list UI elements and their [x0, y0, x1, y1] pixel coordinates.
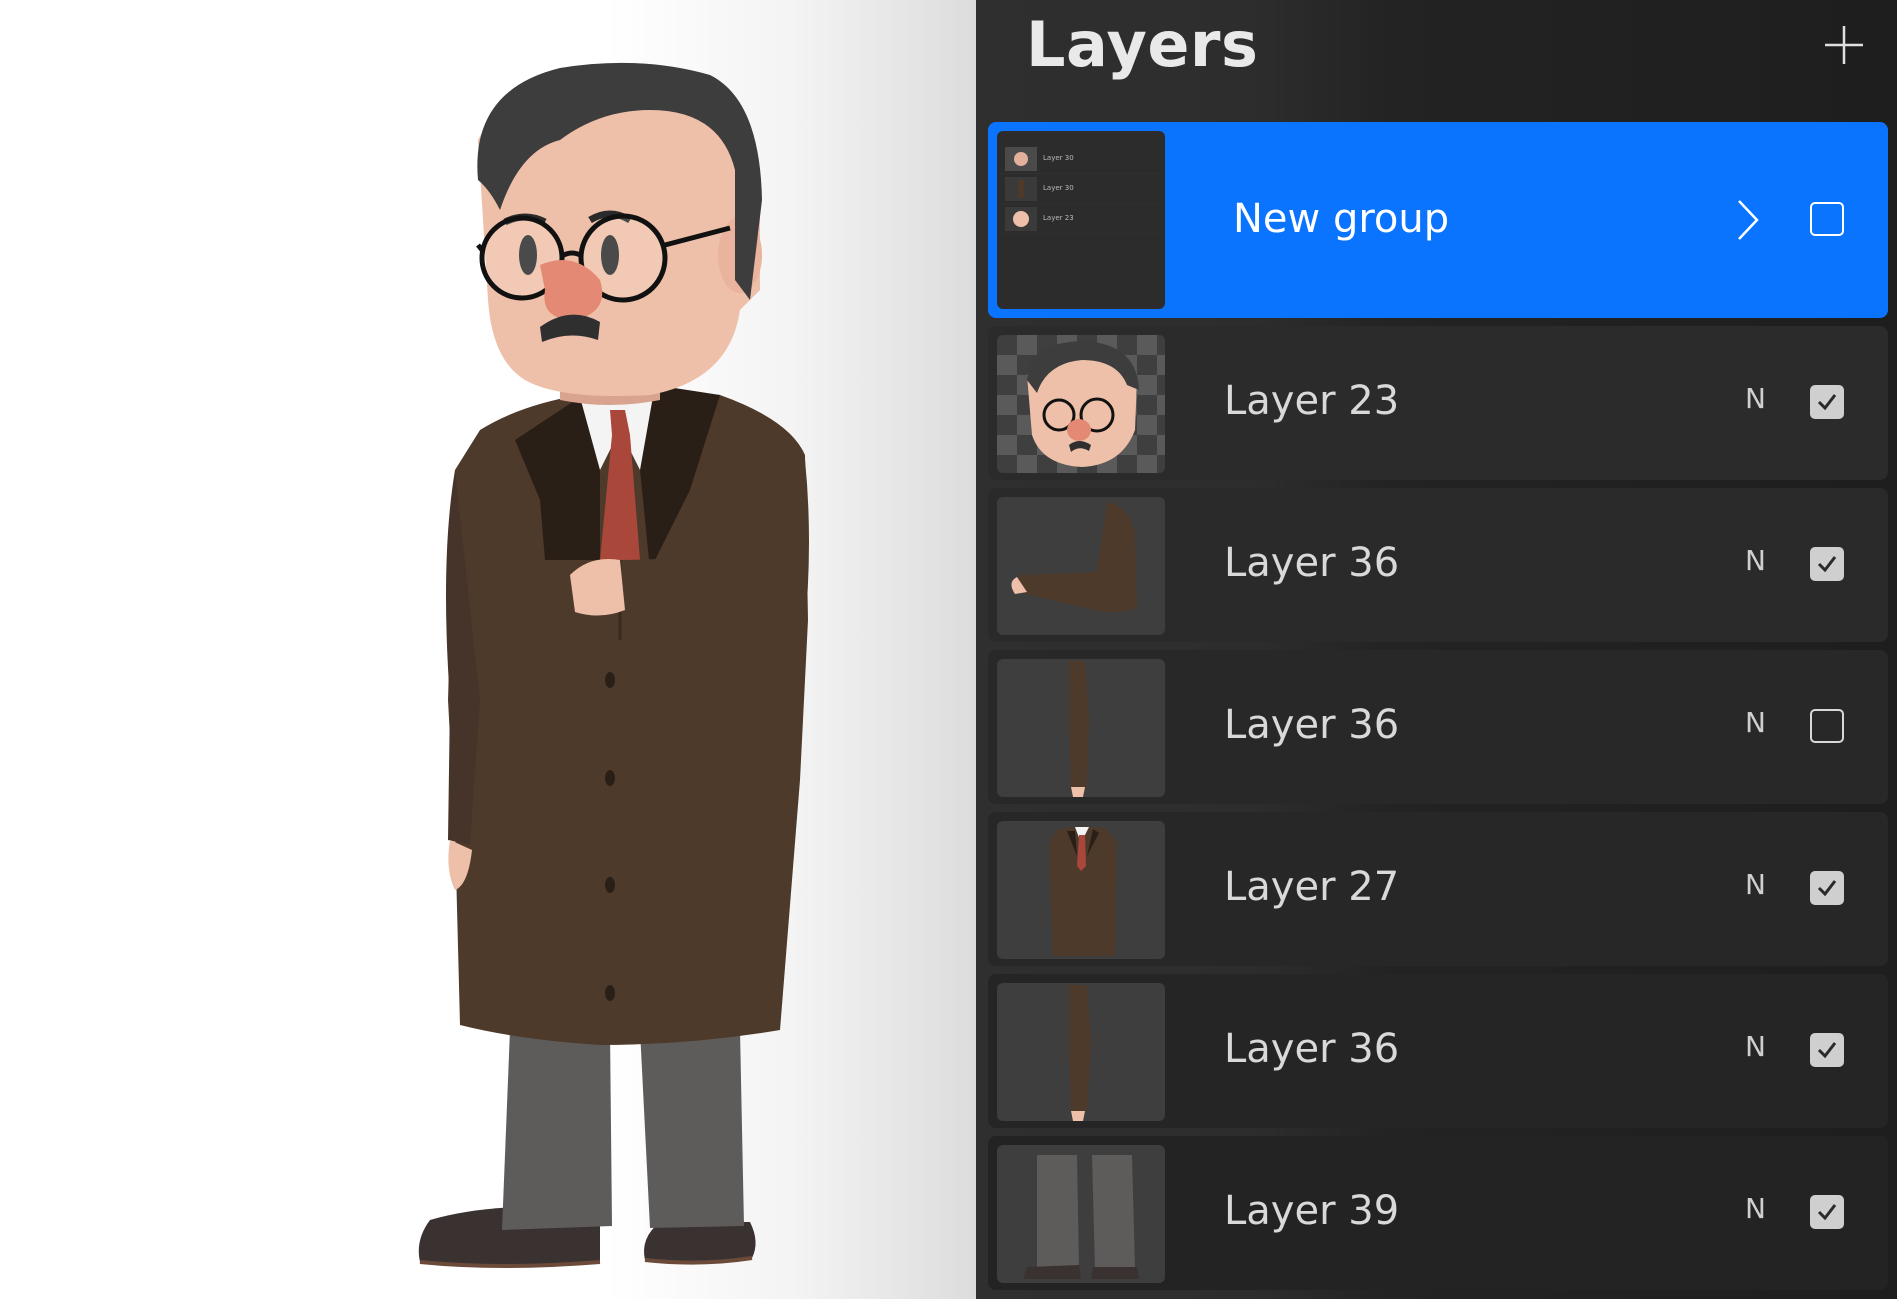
blend-mode[interactable]: N	[1745, 382, 1766, 415]
layer-name: Layer 36	[1224, 702, 1400, 748]
drawing-canvas[interactable]	[0, 0, 976, 1299]
mini-thumb	[1005, 147, 1037, 171]
arm-thumbnail-art	[1011, 502, 1137, 612]
layer-thumbnail	[997, 659, 1165, 797]
layer-row[interactable]: Layer 27 N	[988, 812, 1888, 966]
checkmark-icon	[1817, 1042, 1837, 1059]
layer-name: Layer 36	[1224, 1026, 1400, 1072]
add-layer-button[interactable]	[1819, 20, 1869, 70]
layers-panel: Layers Layer 30 Layer 30 Layer 23 New gr…	[976, 0, 1897, 1299]
blend-mode[interactable]: N	[1745, 1030, 1766, 1063]
layer-row[interactable]: Layer 39 N	[988, 1136, 1888, 1290]
visibility-checkbox[interactable]	[1810, 385, 1844, 419]
layer-thumbnail	[997, 335, 1165, 473]
checkmark-icon	[1817, 1204, 1837, 1221]
sleeve-thumbnail-art	[1069, 661, 1089, 797]
blend-mode[interactable]: N	[1745, 868, 1766, 901]
layer-name: Layer 23	[1224, 378, 1400, 424]
pants-thumbnail-art	[1023, 1155, 1139, 1279]
layer-thumbnail	[997, 821, 1165, 959]
checkmark-icon	[1817, 394, 1837, 411]
panel-title: Layers	[1026, 8, 1259, 81]
visibility-checkbox[interactable]	[1810, 547, 1844, 581]
layer-row-group[interactable]: Layer 30 Layer 30 Layer 23 New group	[988, 122, 1888, 318]
sleeve-thumbnail-art	[1069, 985, 1091, 1121]
layer-name: Layer 36	[1224, 540, 1400, 586]
layer-row[interactable]: Layer 23 N	[988, 326, 1888, 480]
plus-icon	[1825, 26, 1863, 64]
coat-thumbnail-art	[1049, 826, 1117, 956]
checkmark-icon	[1817, 556, 1837, 573]
character-illustration	[418, 62, 809, 1268]
layer-thumbnail	[997, 983, 1165, 1121]
blend-mode[interactable]: N	[1745, 706, 1766, 739]
visibility-checkbox[interactable]	[1810, 1195, 1844, 1229]
layer-name: New group	[1233, 196, 1450, 242]
blend-mode[interactable]: N	[1745, 544, 1766, 577]
head-thumbnail-art	[1027, 341, 1139, 467]
group-preview-row: Layer 30	[1001, 175, 1161, 204]
mini-thumb	[1005, 177, 1037, 201]
layer-row[interactable]: Layer 36 N	[988, 650, 1888, 804]
visibility-checkbox[interactable]	[1810, 1033, 1844, 1067]
blend-mode[interactable]: N	[1745, 1192, 1766, 1225]
visibility-checkbox[interactable]	[1810, 202, 1844, 236]
visibility-checkbox[interactable]	[1810, 709, 1844, 743]
layer-row[interactable]: Layer 36 N	[988, 488, 1888, 642]
group-preview-row: Layer 30	[1001, 145, 1161, 174]
visibility-checkbox[interactable]	[1810, 871, 1844, 905]
layer-thumbnail	[997, 1145, 1165, 1283]
layer-name: Layer 39	[1224, 1188, 1400, 1234]
group-preview-row: Layer 23	[1001, 205, 1161, 234]
checkmark-icon	[1817, 880, 1837, 897]
layer-thumbnail: Layer 30 Layer 30 Layer 23	[997, 131, 1165, 309]
layer-name: Layer 27	[1224, 864, 1400, 910]
layer-row[interactable]: Layer 36 N	[988, 974, 1888, 1128]
layer-thumbnail	[997, 497, 1165, 635]
chevron-right-icon[interactable]	[1736, 198, 1760, 242]
mini-thumb	[1005, 207, 1037, 231]
